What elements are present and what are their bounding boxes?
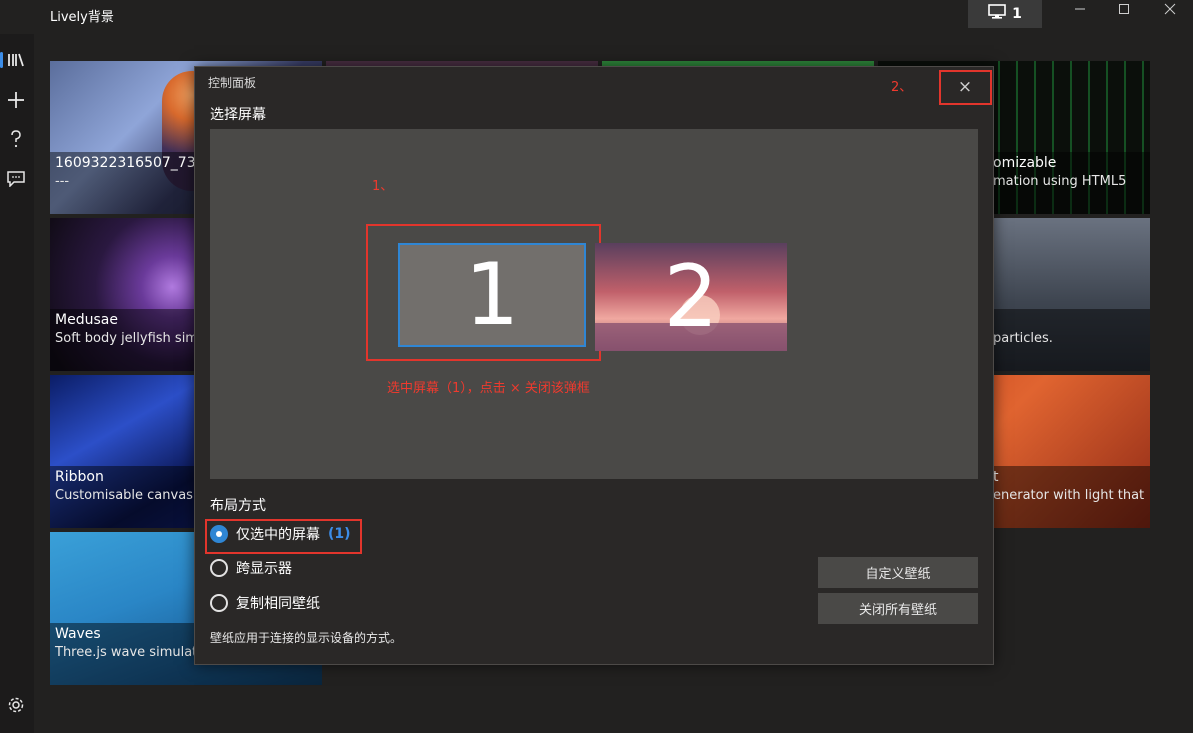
maximize-button[interactable] <box>1110 3 1138 21</box>
screen-2-tile[interactable]: 2 <box>595 243 787 351</box>
feedback-icon[interactable] <box>5 168 27 190</box>
dialog-close-button[interactable]: × <box>940 71 990 103</box>
monitor-icon <box>988 4 1006 24</box>
window-close-button[interactable] <box>1156 3 1184 21</box>
add-icon[interactable] <box>5 89 27 111</box>
select-screen-label: 选择屏幕 <box>210 107 266 123</box>
custom-wallpaper-button[interactable]: 自定义壁纸 <box>818 557 978 588</box>
tile-description: particles. <box>993 331 1053 346</box>
tile-title: Medusae <box>55 312 118 328</box>
monitor-select-button[interactable]: 1 <box>968 0 1042 28</box>
app-title: Lively背景 <box>50 10 114 25</box>
radio-button[interactable] <box>210 559 228 577</box>
annotation-step-2: 2、 <box>891 80 913 95</box>
close-icon <box>1164 3 1176 15</box>
screen-1-tile[interactable]: 1 <box>398 243 586 347</box>
library-icon[interactable] <box>5 49 27 71</box>
option-label: 跨显示器 <box>236 561 292 577</box>
title-bar: Lively背景 1 <box>0 0 1193 34</box>
layout-label: 布局方式 <box>210 498 266 514</box>
tile-title: Waves <box>55 626 101 642</box>
tile-description: --- <box>55 174 70 189</box>
gear-icon[interactable] <box>5 694 27 716</box>
layout-option-span[interactable]: 跨显示器 <box>210 558 292 578</box>
option-screen-count: (1) <box>328 526 351 542</box>
maximize-icon <box>1119 4 1129 14</box>
monitor-count: 1 <box>1012 6 1022 22</box>
annotation-hint: 选中屏幕（1），点击 × 关闭该弹框 <box>387 381 590 396</box>
sidebar <box>0 34 34 733</box>
layout-footnote: 壁纸应用于连接的显示设备的方式。 <box>210 631 403 645</box>
option-label: 复制相同壁纸 <box>236 596 320 612</box>
screen-selection-area: 1、 1 2 选中屏幕（1），点击 × 关闭该弹框 <box>210 129 978 479</box>
tile-title: omizable <box>993 155 1057 171</box>
annotation-step-1: 1、 <box>372 179 394 194</box>
tile-title: Ribbon <box>55 469 104 485</box>
minimize-button[interactable] <box>1066 3 1094 21</box>
sidebar-active-indicator <box>0 52 3 68</box>
close-all-wallpapers-button[interactable]: 关闭所有壁纸 <box>818 593 978 624</box>
tile-description: enerator with light that <box>993 488 1145 503</box>
option-label: 仅选中的屏幕 <box>236 527 320 543</box>
close-icon: × <box>957 77 973 97</box>
control-panel-dialog: 控制面板 2、 × 选择屏幕 1、 1 2 选中屏幕（1），点击 × 关闭该弹框… <box>194 66 994 665</box>
screen-2-number: 2 <box>663 247 719 347</box>
minimize-icon <box>1075 8 1085 10</box>
tile-description: mation using HTML5 <box>993 174 1127 189</box>
radio-button[interactable] <box>210 525 228 543</box>
help-icon[interactable] <box>5 128 27 150</box>
layout-option-selected-screen[interactable]: 仅选中的屏幕 (1) <box>210 524 351 544</box>
radio-button[interactable] <box>210 594 228 612</box>
screen-1-number: 1 <box>464 245 520 345</box>
dialog-title: 控制面板 <box>208 76 257 90</box>
layout-option-duplicate[interactable]: 复制相同壁纸 <box>210 593 320 613</box>
